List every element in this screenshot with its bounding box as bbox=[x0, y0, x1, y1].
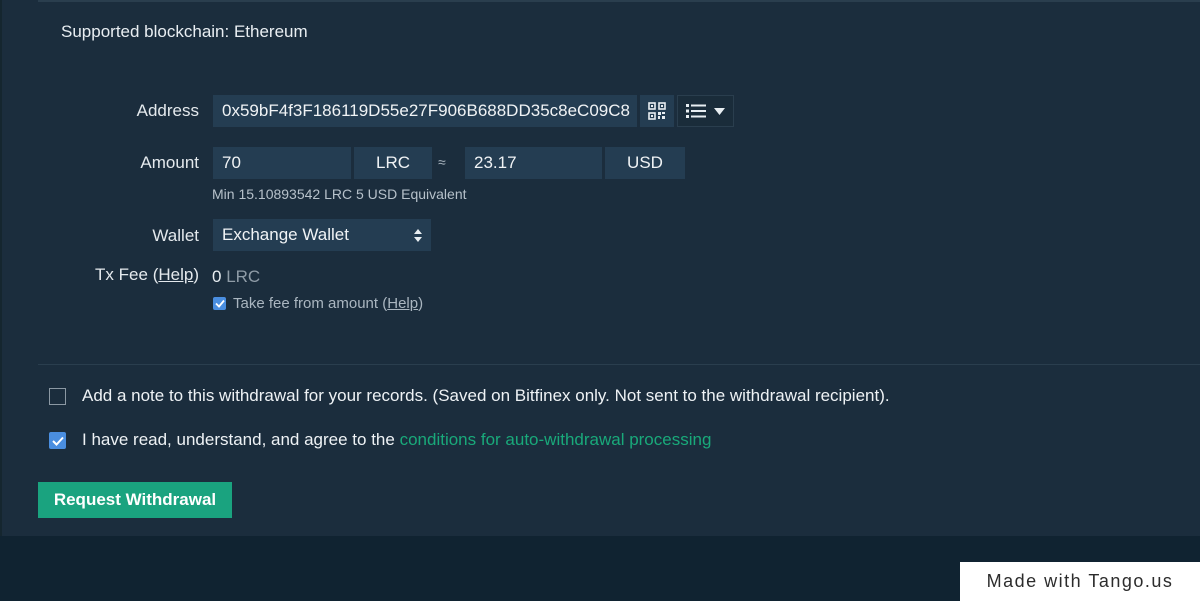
wallet-select[interactable]: Exchange Wallet bbox=[213, 219, 431, 251]
address-input[interactable]: 0x59bF4f3F186119D55e27F906B688DD35c8eC09… bbox=[213, 95, 637, 127]
agree-checkbox[interactable] bbox=[49, 432, 66, 449]
agree-label: I have read, understand, and agree to th… bbox=[82, 430, 711, 450]
tx-fee-value: 0 LRC bbox=[212, 267, 260, 287]
checkmark-icon bbox=[51, 436, 64, 446]
checkmark-icon bbox=[214, 299, 225, 308]
list-icon bbox=[686, 104, 706, 118]
take-fee-help-link[interactable]: Help bbox=[387, 295, 418, 312]
take-fee-text: Take fee from amount bbox=[233, 295, 379, 312]
wallet-select-value: Exchange Wallet bbox=[222, 225, 349, 244]
minimum-amount-note: Min 15.10893542 LRC 5 USD Equivalent bbox=[212, 186, 467, 202]
wallet-label: Wallet bbox=[152, 226, 199, 245]
qr-code-button[interactable] bbox=[640, 95, 674, 127]
take-fee-label: Take fee from amount (Help) bbox=[233, 295, 423, 312]
add-note-label: Add a note to this withdrawal for your r… bbox=[82, 386, 890, 405]
withdrawal-panel: Supported blockchain: Ethereum Address 0… bbox=[0, 0, 1200, 536]
tx-fee-label: Tx Fee (Help) bbox=[80, 265, 199, 285]
usd-amount-input[interactable]: 23.17 bbox=[465, 147, 602, 179]
agree-text: I have read, understand, and agree to th… bbox=[82, 430, 400, 449]
take-fee-paren-close: ) bbox=[418, 295, 424, 312]
tx-fee-label-text: Tx Fee bbox=[95, 265, 148, 284]
tx-fee-unit: LRC bbox=[226, 267, 261, 286]
tx-fee-help-paren-close: ) bbox=[193, 265, 199, 284]
add-note-checkbox[interactable] bbox=[49, 388, 66, 405]
amount-label: Amount bbox=[140, 153, 199, 172]
top-divider bbox=[38, 0, 1200, 2]
tango-watermark: Made with Tango.us bbox=[960, 562, 1200, 601]
take-fee-checkbox[interactable] bbox=[213, 297, 226, 310]
supported-blockchain-text: Supported blockchain: Ethereum bbox=[61, 22, 308, 41]
approx-symbol: ≈ bbox=[438, 154, 446, 170]
amount-currency: LRC bbox=[354, 147, 432, 179]
amount-input[interactable]: 70 bbox=[213, 147, 351, 179]
usd-currency: USD bbox=[605, 147, 685, 179]
address-book-dropdown[interactable] bbox=[677, 95, 734, 127]
section-divider bbox=[38, 364, 1200, 365]
qr-code-icon bbox=[648, 102, 666, 120]
select-arrows-icon bbox=[414, 228, 422, 242]
panel-edge bbox=[0, 0, 2, 536]
caret-down-icon bbox=[714, 107, 725, 115]
request-withdrawal-button[interactable]: Request Withdrawal bbox=[38, 482, 232, 518]
conditions-link[interactable]: conditions for auto-withdrawal processin… bbox=[400, 430, 712, 449]
address-label: Address bbox=[136, 101, 199, 120]
tx-fee-amount: 0 bbox=[212, 267, 222, 286]
tx-fee-help-link[interactable]: Help bbox=[158, 265, 193, 284]
